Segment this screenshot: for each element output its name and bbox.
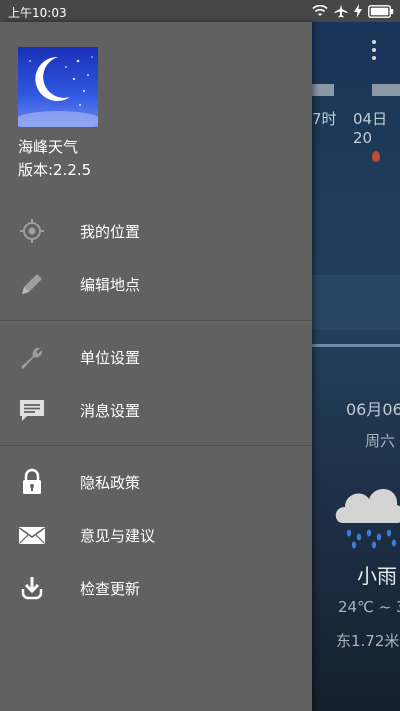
menu-label: 隐私政策 bbox=[80, 474, 141, 492]
menu-label: 单位设置 bbox=[80, 349, 141, 367]
hourly-bar bbox=[312, 84, 400, 96]
status-bar: 上午10:03 bbox=[0, 0, 400, 22]
menu-item-check-update[interactable]: 检查更新 bbox=[0, 562, 312, 614]
menu-label: 检查更新 bbox=[80, 580, 141, 598]
location-crosshair-icon bbox=[18, 217, 46, 245]
weather-condition: 小雨 bbox=[357, 564, 397, 588]
wind-info: 东1.72米 bbox=[336, 632, 400, 650]
overflow-menu-icon[interactable] bbox=[371, 38, 377, 62]
pencil-icon bbox=[18, 270, 46, 298]
menu-item-privacy-policy[interactable]: 隐私政策 bbox=[0, 456, 312, 508]
menu-label: 我的位置 bbox=[80, 223, 141, 241]
wrench-icon bbox=[18, 343, 46, 371]
mail-icon bbox=[18, 521, 46, 549]
charging-icon bbox=[354, 4, 362, 18]
battery-icon bbox=[368, 4, 394, 18]
app-name: 海峰天气 bbox=[18, 138, 79, 156]
menu-item-feedback[interactable]: 意见与建议 bbox=[0, 509, 312, 561]
forecast-date: 06月06 bbox=[346, 400, 400, 419]
hourly-label: 7时 bbox=[312, 110, 337, 128]
menu-item-message-settings[interactable]: 消息设置 bbox=[0, 384, 312, 436]
rain-drop-icon bbox=[372, 151, 380, 162]
app-version: 版本:2.2.5 bbox=[18, 161, 92, 179]
forecast-weekday: 周六 bbox=[365, 432, 396, 450]
menu-label: 消息设置 bbox=[80, 402, 141, 420]
download-icon bbox=[18, 574, 46, 602]
divider bbox=[312, 344, 400, 347]
navigation-drawer: 海峰天气 版本:2.2.5 我的位置 编辑地点 单位设置 消息设置 隐私政策 意… bbox=[0, 22, 312, 711]
menu-label: 意见与建议 bbox=[80, 527, 156, 545]
menu-item-edit-places[interactable]: 编辑地点 bbox=[0, 258, 312, 310]
menu-divider bbox=[0, 320, 312, 321]
temperature-range: 24℃ ~ 3 bbox=[338, 598, 400, 616]
lock-icon bbox=[18, 468, 46, 496]
background-scenery bbox=[312, 275, 400, 330]
cloud-rain-icon bbox=[335, 475, 400, 550]
menu-item-my-location[interactable]: 我的位置 bbox=[0, 205, 312, 257]
status-time: 上午10:03 bbox=[8, 6, 67, 20]
airplane-icon bbox=[334, 4, 348, 18]
menu-divider bbox=[0, 445, 312, 446]
wifi-icon bbox=[312, 5, 328, 16]
app-logo-moon-icon bbox=[14, 47, 102, 131]
hourly-label: 04日20 bbox=[353, 110, 388, 147]
menu-label: 编辑地点 bbox=[80, 276, 141, 294]
menu-item-unit-settings[interactable]: 单位设置 bbox=[0, 331, 312, 383]
message-icon bbox=[18, 396, 46, 424]
